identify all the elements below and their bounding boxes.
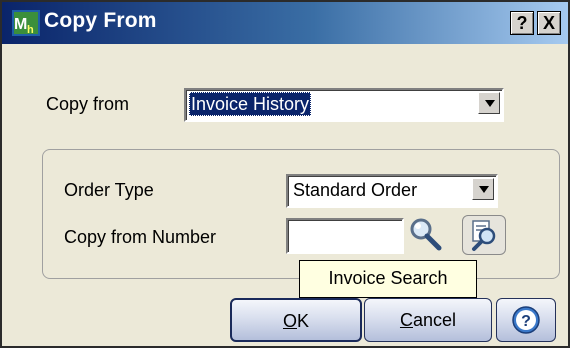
ok-mnemonic: O [282, 311, 297, 331]
copy-from-number-label: Copy from Number [64, 227, 217, 247]
copy-from-value: Invoice History [189, 92, 312, 116]
copy-from-number-value [291, 222, 295, 246]
svg-text:h: h [27, 24, 34, 36]
cancel-mnemonic: C [399, 310, 413, 330]
order-type-value: Standard Order [293, 180, 418, 200]
title-close-button[interactable]: X [537, 11, 561, 35]
lookup-button[interactable] [406, 215, 446, 255]
cancel-label-rest: ancel [412, 310, 457, 330]
invoice-search-icon [472, 220, 496, 251]
order-type-select[interactable]: Standard Order [286, 174, 498, 208]
chevron-down-icon [485, 100, 495, 107]
invoice-search-button[interactable] [462, 215, 506, 255]
order-type-label: Order Type [64, 180, 154, 200]
ok-button[interactable]: OK [230, 298, 362, 342]
copy-from-dialog: M h Copy From ? X Copy from Invoice Hist… [0, 0, 570, 348]
invoice-search-tooltip: Invoice Search [299, 260, 477, 298]
copy-from-select[interactable]: Invoice History [184, 88, 504, 122]
copy-from-dropdown-button[interactable] [478, 92, 500, 114]
ok-label-rest: K [297, 311, 310, 331]
help-question-icon: ? [512, 306, 540, 334]
copy-from-number-input[interactable] [286, 218, 404, 254]
app-icon: M h [12, 10, 40, 36]
svg-text:?: ? [521, 313, 531, 330]
title-help-button[interactable]: ? [510, 11, 534, 35]
cancel-button[interactable]: Cancel [364, 298, 492, 342]
svg-text:M: M [14, 16, 27, 33]
chevron-down-icon [479, 186, 489, 193]
window-title: Copy From [44, 9, 157, 32]
help-button[interactable]: ? [496, 298, 556, 342]
title-bar[interactable]: M h Copy From ? X [2, 2, 568, 44]
order-type-dropdown-button[interactable] [472, 178, 494, 200]
copy-from-label: Copy from [46, 94, 130, 114]
magnifier-icon [410, 218, 442, 251]
